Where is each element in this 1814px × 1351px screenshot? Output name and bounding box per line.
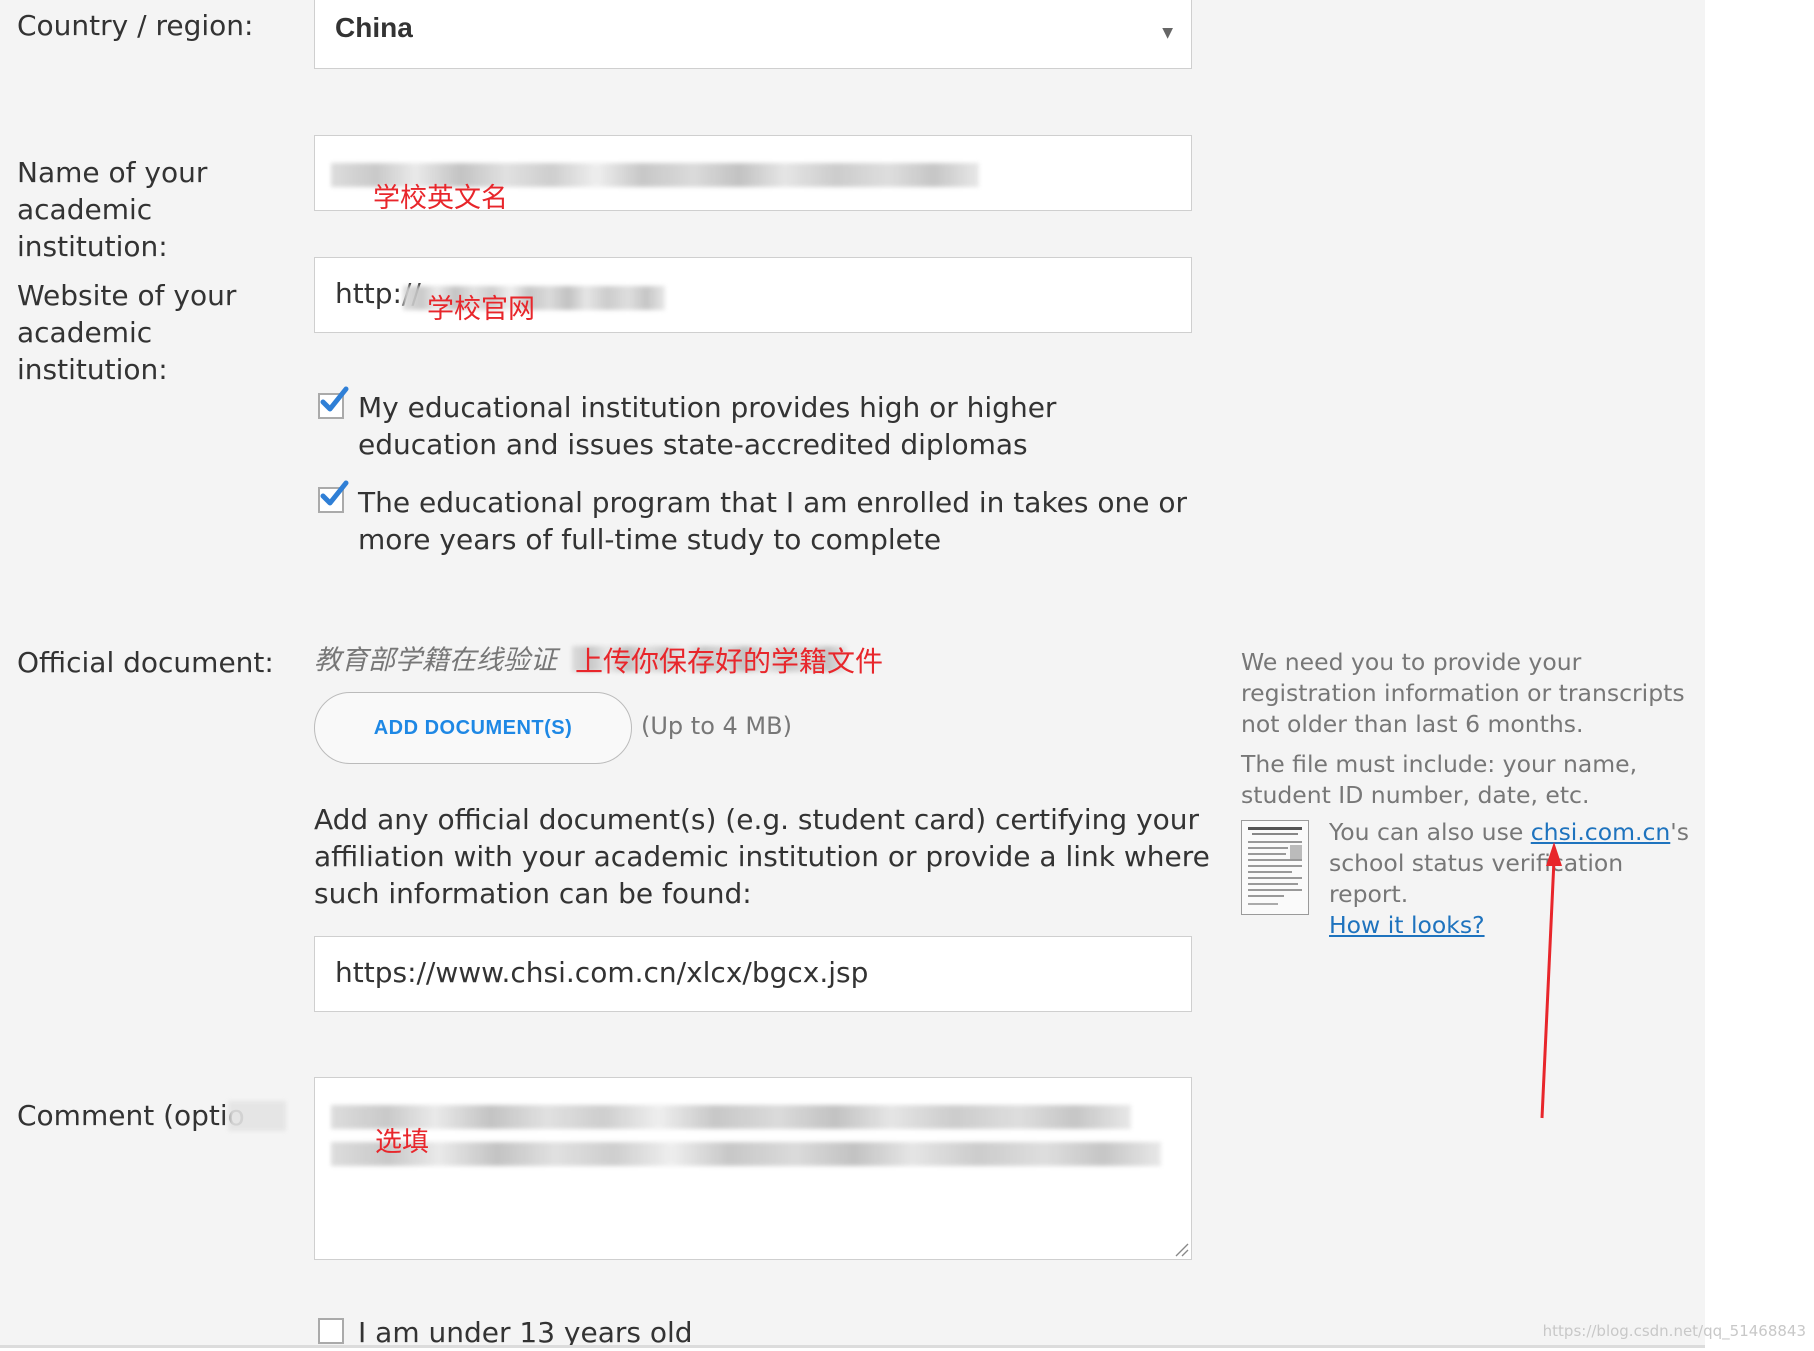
country-label: Country / region:: [17, 9, 254, 42]
official-document-annotation: 上传你保存好的学籍文件: [575, 645, 884, 678]
website-input[interactable]: http:// 学校官网: [314, 257, 1192, 333]
document-preview-icon: [1248, 827, 1302, 905]
note-suffix-text: 's: [1670, 818, 1689, 846]
sidebar-chsi-note: You can also use chsi.com.cn's school st…: [1329, 817, 1699, 941]
high-education-checkbox-label[interactable]: My educational institution provides high…: [358, 389, 1198, 463]
document-link-input[interactable]: https://www.chsi.com.cn/xlcx/bgcx.jsp: [314, 936, 1192, 1012]
website-annotation: 学校官网: [427, 294, 535, 325]
add-document-button[interactable]: ADD DOCUMENT(S): [314, 692, 632, 764]
full-time-checkbox-label[interactable]: The educational program that I am enroll…: [358, 484, 1198, 558]
checkmark-icon: [320, 386, 349, 412]
high-education-checkbox[interactable]: [318, 386, 349, 419]
file-size-hint: (Up to 4 MB): [641, 712, 792, 740]
comment-label: Comment (optio: [17, 1099, 245, 1132]
checkmark-icon: [320, 480, 349, 506]
form-area: Country / region: China ▼ Name of your a…: [0, 0, 1705, 1349]
full-time-checkbox[interactable]: [318, 480, 349, 513]
institution-name-input[interactable]: 学校英文名: [314, 135, 1192, 214]
note-prefix-text: You can also use: [1329, 818, 1531, 846]
sidebar-info-registration: We need you to provide your registration…: [1241, 648, 1685, 738]
under-13-checkbox[interactable]: [318, 1318, 344, 1344]
watermark-text: https://blog.csdn.net/qq_51468843: [1542, 1322, 1806, 1340]
country-value: China: [335, 12, 413, 43]
redacted-text: [228, 1101, 286, 1131]
how-it-looks-link[interactable]: How it looks?: [1329, 911, 1485, 939]
institution-name-label: Name of your academic institution:: [17, 156, 208, 263]
redacted-text: [331, 1105, 1131, 1129]
red-arrow-icon: [1540, 842, 1562, 1119]
comment-textarea[interactable]: 选填: [314, 1077, 1192, 1260]
official-document-label: Official document:: [17, 646, 274, 679]
uploaded-file-name: 教育部学籍在线验证: [314, 645, 557, 676]
country-select[interactable]: China ▼: [314, 0, 1192, 69]
caret-down-icon: ▼: [1162, 25, 1173, 41]
document-link-value: https://www.chsi.com.cn/xlcx/bgcx.jsp: [335, 956, 869, 989]
link-instruction-text: Add any official document(s) (e.g. stude…: [314, 803, 1210, 910]
comment-annotation: 选填: [375, 1127, 429, 1158]
note-report-text: school status verification report.: [1329, 849, 1624, 908]
institution-name-annotation: 学校英文名: [373, 183, 508, 214]
website-label: Website of your academic institution:: [17, 279, 237, 386]
document-thumbnail-icon[interactable]: [1241, 820, 1309, 915]
sidebar-info-file-requirements: The file must include: your name, studen…: [1241, 750, 1638, 809]
redacted-text: [331, 1142, 1161, 1166]
resize-grip-icon[interactable]: [1173, 1241, 1189, 1257]
